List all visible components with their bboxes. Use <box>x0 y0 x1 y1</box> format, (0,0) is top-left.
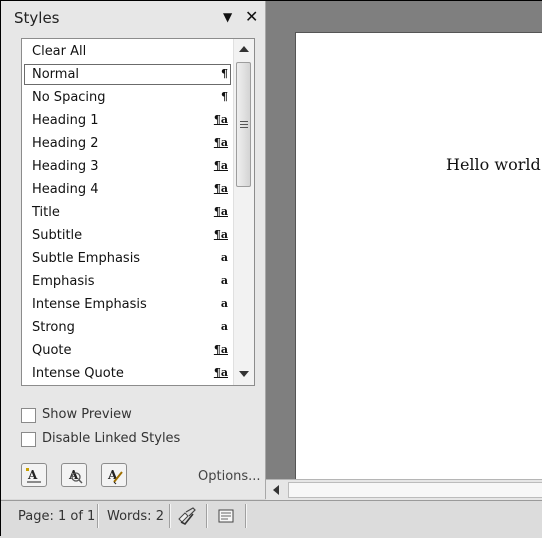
document-text[interactable]: Hello world! <box>446 155 542 174</box>
style-item-label: Clear All <box>32 44 87 59</box>
linked-style-icon: ¶a <box>213 343 228 356</box>
manage-styles-button[interactable]: A <box>101 463 127 487</box>
pane-header: Styles ▼ ✕ <box>1 1 265 35</box>
linked-style-icon: ¶a <box>213 113 228 126</box>
style-item-heading-1[interactable]: Heading 1 ¶a <box>24 110 231 131</box>
new-style-icon: A <box>26 468 41 483</box>
style-item-heading-2[interactable]: Heading 2 ¶a <box>24 133 231 154</box>
linked-style-icon: ¶a <box>213 159 228 172</box>
pane-menu-icon[interactable]: ▼ <box>223 10 232 24</box>
style-item-label: Emphasis <box>32 274 95 289</box>
close-icon[interactable]: ✕ <box>245 7 258 26</box>
style-item-label: Intense Quote <box>32 366 124 381</box>
style-item-quote[interactable]: Quote ¶a <box>24 340 231 361</box>
style-inspector-icon: A <box>68 468 83 484</box>
character-style-icon: a <box>220 320 228 333</box>
character-style-icon: a <box>220 297 228 310</box>
linked-style-icon: ¶a <box>213 366 228 379</box>
linked-style-icon: ¶a <box>213 136 228 149</box>
style-item-label: Heading 3 <box>32 159 99 174</box>
style-item-normal[interactable]: Normal ¶ <box>24 64 231 85</box>
grip-icon <box>240 121 248 130</box>
style-item-heading-4[interactable]: Heading 4 ¶a <box>24 179 231 200</box>
style-item-strong[interactable]: Strong a <box>24 317 231 338</box>
style-item-label: Subtle Emphasis <box>32 251 141 266</box>
style-item-clear-all[interactable]: Clear All <box>24 41 231 62</box>
scroll-left-icon[interactable] <box>273 485 279 495</box>
paragraph-style-icon: ¶ <box>221 90 228 103</box>
linked-style-icon: ¶a <box>213 205 228 218</box>
document-page[interactable]: Hello world! <box>295 32 542 483</box>
linked-style-icon: ¶a <box>213 182 228 195</box>
style-item-label: Quote <box>32 343 72 358</box>
style-item-no-spacing[interactable]: No Spacing ¶ <box>24 87 231 108</box>
scroll-down-icon[interactable] <box>239 371 249 377</box>
style-item-heading-3[interactable]: Heading 3 ¶a <box>24 156 231 177</box>
style-item-label: Title <box>32 205 60 220</box>
document-area: Hello world! <box>266 1 542 483</box>
disable-linked-styles-checkbox[interactable] <box>21 432 36 447</box>
proofing-icon[interactable] <box>176 505 198 527</box>
style-item-label: Intense Emphasis <box>32 297 147 312</box>
scroll-up-icon[interactable] <box>239 46 249 52</box>
status-bar: Page: 1 of 1 Words: 2 <box>1 500 542 538</box>
style-item-label: Normal <box>32 67 80 82</box>
scroll-thumb[interactable] <box>236 62 251 187</box>
status-divider <box>97 504 98 528</box>
styles-pane: Styles ▼ ✕ Clear All Normal ¶ No Spacing ¶ He… <box>1 1 266 499</box>
style-item-emphasis[interactable]: Emphasis a <box>24 271 231 292</box>
horizontal-scrollbar[interactable] <box>266 479 542 500</box>
status-divider <box>245 504 246 528</box>
style-item-title[interactable]: Title ¶a <box>24 202 231 223</box>
macro-record-icon[interactable] <box>215 505 237 527</box>
paragraph-style-icon: ¶ <box>221 67 228 80</box>
styles-list[interactable]: Clear All Normal ¶ No Spacing ¶ Heading 1 ¶a He… <box>21 38 255 386</box>
disable-linked-styles-label: Disable Linked Styles <box>42 431 181 446</box>
style-item-label: Subtitle <box>32 228 83 243</box>
vertical-scrollbar[interactable] <box>233 39 254 385</box>
manage-styles-icon: A <box>107 468 123 485</box>
style-item-intense-emphasis[interactable]: Intense Emphasis a <box>24 294 231 315</box>
page-count[interactable]: Page: 1 of 1 <box>18 509 95 524</box>
style-item-label: Strong <box>32 320 75 335</box>
style-inspector-button[interactable]: A <box>61 463 87 487</box>
style-item-label: No Spacing <box>32 90 106 105</box>
status-divider <box>169 504 170 528</box>
character-style-icon: a <box>220 251 228 264</box>
style-item-label: Heading 1 <box>32 113 99 128</box>
linked-style-icon: ¶a <box>213 228 228 241</box>
style-item-label: Heading 4 <box>32 182 99 197</box>
style-item-subtitle[interactable]: Subtitle ¶a <box>24 225 231 246</box>
pane-title: Styles <box>14 9 60 27</box>
status-divider <box>206 504 207 528</box>
show-preview-checkbox[interactable] <box>21 408 36 423</box>
options-link[interactable]: Options... <box>198 469 261 484</box>
horizontal-scroll-track[interactable] <box>288 482 542 498</box>
show-preview-label: Show Preview <box>42 407 132 422</box>
style-item-subtle-emphasis[interactable]: Subtle Emphasis a <box>24 248 231 269</box>
style-item-intense-quote[interactable]: Intense Quote ¶a <box>24 363 231 384</box>
character-style-icon: a <box>220 274 228 287</box>
word-count[interactable]: Words: 2 <box>107 509 164 524</box>
style-item-label: Heading 2 <box>32 136 99 151</box>
new-style-button[interactable]: A <box>21 463 47 487</box>
